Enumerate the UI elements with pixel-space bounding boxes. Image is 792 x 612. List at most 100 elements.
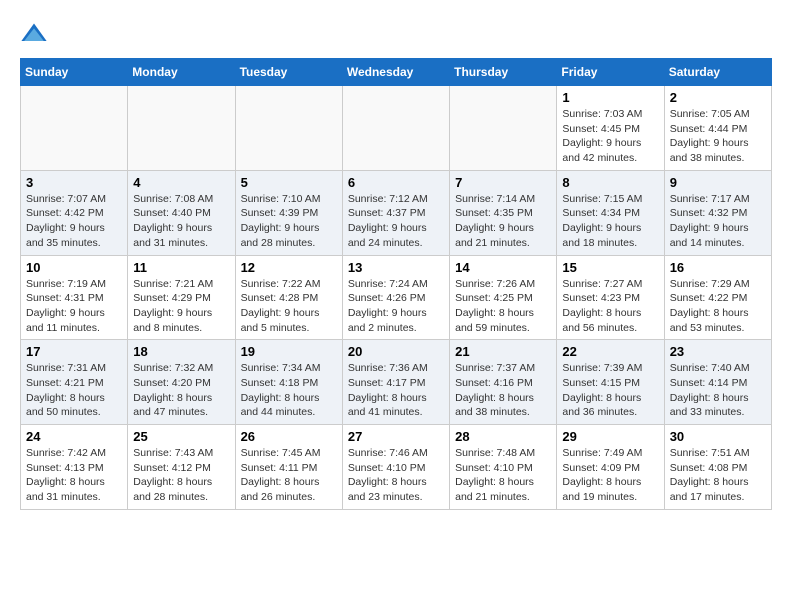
- day-number: 21: [455, 344, 551, 359]
- day-info: Sunrise: 7:31 AM Sunset: 4:21 PM Dayligh…: [26, 361, 122, 420]
- weekday-header-thursday: Thursday: [450, 59, 557, 86]
- calendar-day-empty: [450, 86, 557, 171]
- calendar-day-16: 16 Sunrise: 7:29 AM Sunset: 4:22 PM Dayli…: [664, 255, 771, 340]
- day-number: 25: [133, 429, 229, 444]
- day-number: 23: [670, 344, 766, 359]
- calendar-day-3: 3 Sunrise: 7:07 AM Sunset: 4:42 PM Daylig…: [21, 170, 128, 255]
- calendar-day-30: 30Sunrise: 7:51 AM Sunset: 4:08 PM Dayli…: [664, 425, 771, 510]
- page-header: [20, 20, 772, 48]
- calendar-day-empty: [21, 86, 128, 171]
- day-number: 2: [670, 90, 766, 105]
- weekday-header-saturday: Saturday: [664, 59, 771, 86]
- day-info: Sunrise: 7:24 AM Sunset: 4:26 PM Dayligh…: [348, 277, 444, 336]
- day-number: 11: [133, 260, 229, 275]
- calendar-day-4: 4 Sunrise: 7:08 AM Sunset: 4:40 PM Daylig…: [128, 170, 235, 255]
- day-number: 22: [562, 344, 658, 359]
- day-info: Sunrise: 7:37 AM Sunset: 4:16 PM Dayligh…: [455, 361, 551, 420]
- day-info: Sunrise: 7:36 AM Sunset: 4:17 PM Dayligh…: [348, 361, 444, 420]
- calendar-day-11: 11 Sunrise: 7:21 AM Sunset: 4:29 PM Dayli…: [128, 255, 235, 340]
- calendar-day-8: 8 Sunrise: 7:15 AM Sunset: 4:34 PM Daylig…: [557, 170, 664, 255]
- day-number: 5: [241, 175, 337, 190]
- calendar-day-5: 5 Sunrise: 7:10 AM Sunset: 4:39 PM Daylig…: [235, 170, 342, 255]
- calendar-day-27: 27 Sunrise: 7:46 AM Sunset: 4:10 PM Dayli…: [342, 425, 449, 510]
- calendar-week-row: 17Sunrise: 7:31 AM Sunset: 4:21 PM Dayli…: [21, 340, 772, 425]
- day-number: 26: [241, 429, 337, 444]
- calendar-day-15: 15 Sunrise: 7:27 AM Sunset: 4:23 PM Dayli…: [557, 255, 664, 340]
- day-info: Sunrise: 7:51 AM Sunset: 4:08 PM Dayligh…: [670, 446, 766, 505]
- day-number: 8: [562, 175, 658, 190]
- day-info: Sunrise: 7:05 AM Sunset: 4:44 PM Dayligh…: [670, 107, 766, 166]
- calendar-day-28: 28 Sunrise: 7:48 AM Sunset: 4:10 PM Dayli…: [450, 425, 557, 510]
- day-number: 4: [133, 175, 229, 190]
- day-number: 24: [26, 429, 122, 444]
- calendar-day-25: 25 Sunrise: 7:43 AM Sunset: 4:12 PM Dayli…: [128, 425, 235, 510]
- day-number: 7: [455, 175, 551, 190]
- day-number: 18: [133, 344, 229, 359]
- calendar-day-14: 14 Sunrise: 7:26 AM Sunset: 4:25 PM Dayli…: [450, 255, 557, 340]
- weekday-header-friday: Friday: [557, 59, 664, 86]
- day-info: Sunrise: 7:19 AM Sunset: 4:31 PM Dayligh…: [26, 277, 122, 336]
- calendar-day-19: 19Sunrise: 7:34 AM Sunset: 4:18 PM Dayli…: [235, 340, 342, 425]
- calendar-day-empty: [235, 86, 342, 171]
- day-info: Sunrise: 7:48 AM Sunset: 4:10 PM Dayligh…: [455, 446, 551, 505]
- day-info: Sunrise: 7:40 AM Sunset: 4:14 PM Dayligh…: [670, 361, 766, 420]
- day-info: Sunrise: 7:49 AM Sunset: 4:09 PM Dayligh…: [562, 446, 658, 505]
- calendar-day-2: 2 Sunrise: 7:05 AM Sunset: 4:44 PM Daylig…: [664, 86, 771, 171]
- day-number: 10: [26, 260, 122, 275]
- calendar-day-21: 21 Sunrise: 7:37 AM Sunset: 4:16 PM Dayli…: [450, 340, 557, 425]
- calendar-week-row: 24Sunrise: 7:42 AM Sunset: 4:13 PM Dayli…: [21, 425, 772, 510]
- calendar-day-9: 9 Sunrise: 7:17 AM Sunset: 4:32 PM Daylig…: [664, 170, 771, 255]
- day-info: Sunrise: 7:22 AM Sunset: 4:28 PM Dayligh…: [241, 277, 337, 336]
- day-number: 19: [241, 344, 337, 359]
- calendar-week-row: 10 Sunrise: 7:19 AM Sunset: 4:31 PM Dayli…: [21, 255, 772, 340]
- calendar-week-row: 3 Sunrise: 7:07 AM Sunset: 4:42 PM Daylig…: [21, 170, 772, 255]
- calendar-day-18: 18 Sunrise: 7:32 AM Sunset: 4:20 PM Dayli…: [128, 340, 235, 425]
- day-number: 20: [348, 344, 444, 359]
- day-number: 12: [241, 260, 337, 275]
- day-info: Sunrise: 7:17 AM Sunset: 4:32 PM Dayligh…: [670, 192, 766, 251]
- day-info: Sunrise: 7:43 AM Sunset: 4:12 PM Dayligh…: [133, 446, 229, 505]
- day-info: Sunrise: 7:14 AM Sunset: 4:35 PM Dayligh…: [455, 192, 551, 251]
- calendar-header-row: SundayMondayTuesdayWednesdayThursdayFrid…: [21, 59, 772, 86]
- day-number: 16: [670, 260, 766, 275]
- day-number: 3: [26, 175, 122, 190]
- day-info: Sunrise: 7:29 AM Sunset: 4:22 PM Dayligh…: [670, 277, 766, 336]
- day-info: Sunrise: 7:07 AM Sunset: 4:42 PM Dayligh…: [26, 192, 122, 251]
- calendar-day-17: 17Sunrise: 7:31 AM Sunset: 4:21 PM Dayli…: [21, 340, 128, 425]
- day-number: 14: [455, 260, 551, 275]
- day-number: 13: [348, 260, 444, 275]
- day-info: Sunrise: 7:12 AM Sunset: 4:37 PM Dayligh…: [348, 192, 444, 251]
- day-info: Sunrise: 7:15 AM Sunset: 4:34 PM Dayligh…: [562, 192, 658, 251]
- calendar-day-7: 7 Sunrise: 7:14 AM Sunset: 4:35 PM Daylig…: [450, 170, 557, 255]
- day-info: Sunrise: 7:32 AM Sunset: 4:20 PM Dayligh…: [133, 361, 229, 420]
- day-info: Sunrise: 7:39 AM Sunset: 4:15 PM Dayligh…: [562, 361, 658, 420]
- day-number: 1: [562, 90, 658, 105]
- weekday-header-sunday: Sunday: [21, 59, 128, 86]
- calendar-day-empty: [128, 86, 235, 171]
- day-number: 6: [348, 175, 444, 190]
- day-number: 29: [562, 429, 658, 444]
- calendar-day-12: 12 Sunrise: 7:22 AM Sunset: 4:28 PM Dayli…: [235, 255, 342, 340]
- logo: [20, 20, 52, 48]
- calendar-day-1: 1Sunrise: 7:03 AM Sunset: 4:45 PM Daylig…: [557, 86, 664, 171]
- day-number: 15: [562, 260, 658, 275]
- weekday-header-wednesday: Wednesday: [342, 59, 449, 86]
- day-number: 27: [348, 429, 444, 444]
- day-info: Sunrise: 7:08 AM Sunset: 4:40 PM Dayligh…: [133, 192, 229, 251]
- day-info: Sunrise: 7:10 AM Sunset: 4:39 PM Dayligh…: [241, 192, 337, 251]
- calendar-day-13: 13 Sunrise: 7:24 AM Sunset: 4:26 PM Dayli…: [342, 255, 449, 340]
- weekday-header-monday: Monday: [128, 59, 235, 86]
- day-info: Sunrise: 7:26 AM Sunset: 4:25 PM Dayligh…: [455, 277, 551, 336]
- weekday-header-tuesday: Tuesday: [235, 59, 342, 86]
- day-info: Sunrise: 7:46 AM Sunset: 4:10 PM Dayligh…: [348, 446, 444, 505]
- day-info: Sunrise: 7:27 AM Sunset: 4:23 PM Dayligh…: [562, 277, 658, 336]
- calendar-day-10: 10 Sunrise: 7:19 AM Sunset: 4:31 PM Dayli…: [21, 255, 128, 340]
- calendar-day-23: 23 Sunrise: 7:40 AM Sunset: 4:14 PM Dayli…: [664, 340, 771, 425]
- calendar-day-29: 29 Sunrise: 7:49 AM Sunset: 4:09 PM Dayli…: [557, 425, 664, 510]
- day-number: 28: [455, 429, 551, 444]
- day-number: 9: [670, 175, 766, 190]
- calendar-table: SundayMondayTuesdayWednesdayThursdayFrid…: [20, 58, 772, 510]
- day-info: Sunrise: 7:45 AM Sunset: 4:11 PM Dayligh…: [241, 446, 337, 505]
- day-info: Sunrise: 7:21 AM Sunset: 4:29 PM Dayligh…: [133, 277, 229, 336]
- calendar-day-22: 22 Sunrise: 7:39 AM Sunset: 4:15 PM Dayli…: [557, 340, 664, 425]
